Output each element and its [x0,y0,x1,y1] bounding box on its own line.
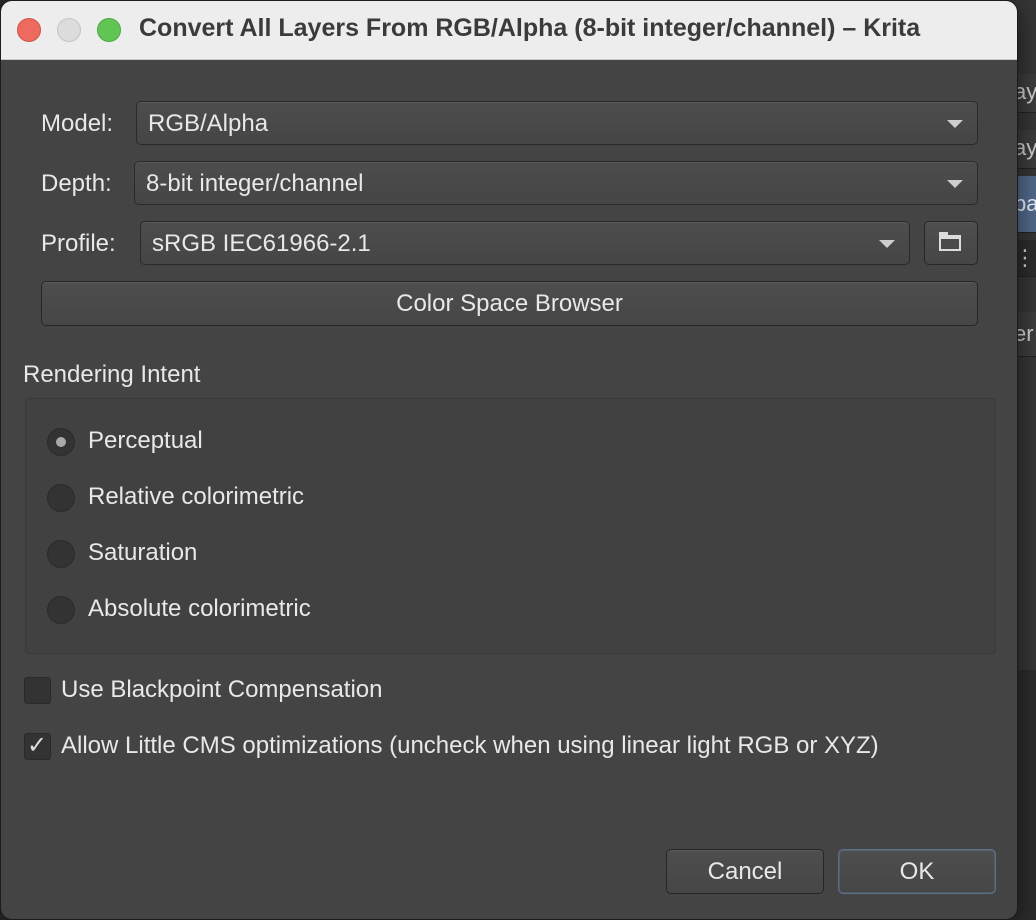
profile-dropdown[interactable]: sRGB IEC61966-2.1 [140,221,910,265]
screen: ay ay pa ⋮ er Convert All Layers From RG… [0,0,1036,920]
ok-button[interactable]: OK [838,849,996,894]
profile-label: Profile: [41,230,116,257]
profile-value: sRGB IEC61966-2.1 [152,230,371,257]
close-window-button[interactable] [17,18,41,42]
radio-button[interactable] [47,484,75,512]
model-value: RGB/Alpha [148,110,269,137]
minimize-window-button[interactable] [57,18,81,42]
browse-profile-button[interactable] [924,221,978,265]
color-space-browser-button[interactable]: Color Space Browser [41,281,978,326]
lcms-optimizations-checkbox[interactable]: ✓ [24,731,51,760]
blackpoint-compensation-label: Use Blackpoint Compensation [61,676,383,703]
radio-label: Relative colorimetric [88,483,305,510]
lcms-optimizations-label: Allow Little CMS optimizations (uncheck … [61,732,879,759]
blackpoint-compensation-checkbox[interactable] [24,677,51,704]
radio-button-checked[interactable] [47,428,75,456]
radio-button[interactable] [47,596,75,624]
radio-label: Absolute colorimetric [88,595,311,622]
maximize-window-button[interactable] [97,18,121,42]
checkmark-icon: ✓ [27,731,48,759]
model-dropdown[interactable]: RGB/Alpha [136,101,978,145]
rendering-intent-heading: Rendering Intent [23,361,201,388]
folder-icon [939,232,961,251]
radio-label: Saturation [88,539,198,566]
chevron-down-icon [947,120,963,128]
depth-label: Depth: [41,170,112,197]
chevron-down-icon [879,240,895,248]
chevron-down-icon [947,180,963,188]
model-label: Model: [41,110,114,137]
depth-value: 8-bit integer/channel [146,170,364,197]
radio-label: Perceptual [88,427,203,454]
depth-dropdown[interactable]: 8-bit integer/channel [134,161,978,205]
radio-button[interactable] [47,540,75,568]
convert-layers-dialog: Convert All Layers From RGB/Alpha (8-bit… [0,0,1018,920]
cancel-button[interactable]: Cancel [666,849,824,894]
window-title: Convert All Layers From RGB/Alpha (8-bit… [139,14,921,42]
title-bar: Convert All Layers From RGB/Alpha (8-bit… [1,1,1017,60]
